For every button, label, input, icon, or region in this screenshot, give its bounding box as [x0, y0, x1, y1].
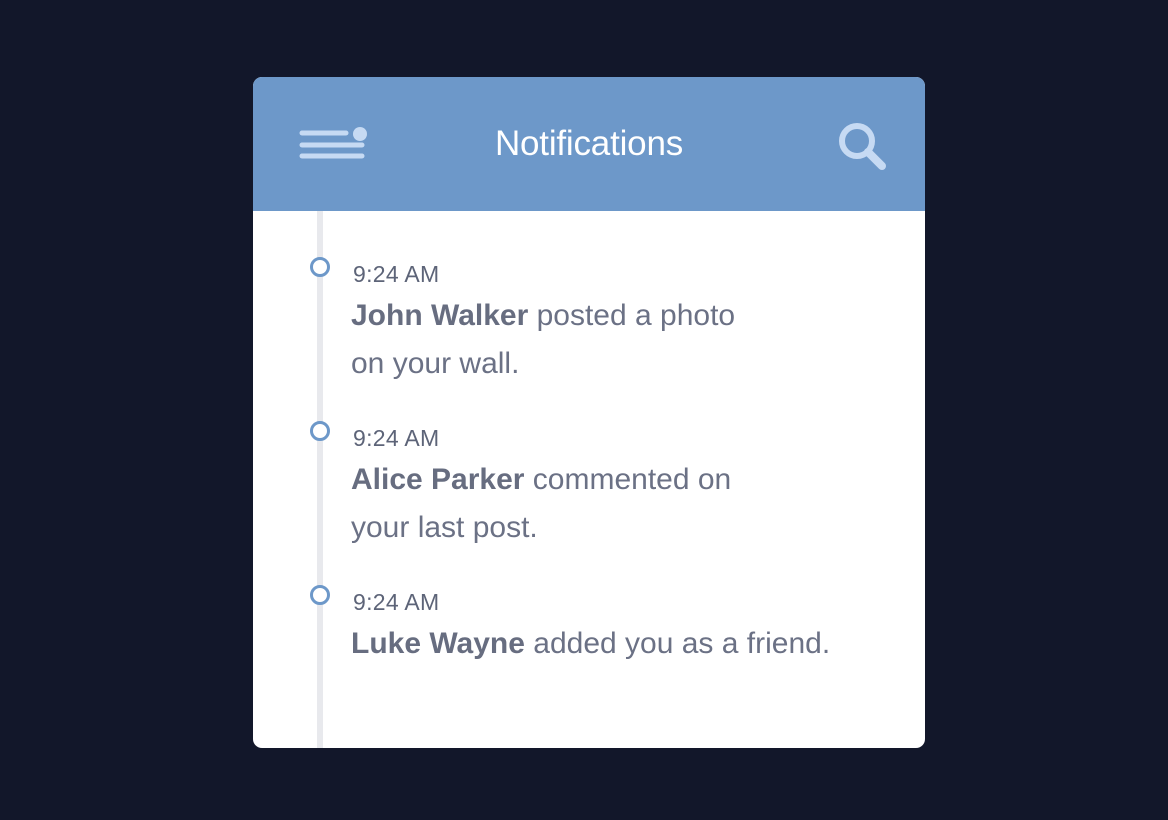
notification-author[interactable]: Alice Parker: [351, 463, 524, 496]
notification-text: Alice Parker commented on your last post.: [351, 456, 891, 552]
notification-message-continued: your last post.: [351, 511, 538, 544]
notification-text: Luke Wayne added you as a friend.: [351, 620, 891, 668]
notification-message: posted a photo: [528, 299, 736, 332]
search-button[interactable]: [837, 121, 889, 171]
timeline-dot-icon: [310, 421, 330, 441]
timeline-dot-icon: [310, 585, 330, 605]
timeline-line: [317, 211, 323, 748]
notification-message: commented on: [524, 463, 732, 496]
header-bar: Notifications: [253, 77, 925, 211]
notification-time: 9:24 AM: [353, 261, 440, 287]
notification-text: John Walker posted a photo on your wall.: [351, 292, 891, 388]
page-title: Notifications: [494, 124, 684, 163]
notification-message-continued: on your wall.: [351, 347, 520, 380]
notification-time: 9:24 AM: [353, 589, 440, 615]
notifications-card: Notifications 9:24 AM John Walker posted…: [253, 77, 925, 748]
notification-message: added you as a friend.: [524, 627, 831, 660]
notification-author[interactable]: John Walker: [351, 299, 528, 332]
notification-time: 9:24 AM: [353, 425, 440, 451]
search-icon: [839, 123, 886, 170]
notification-list: 9:24 AM John Walker posted a photo on you…: [253, 211, 925, 748]
timeline-dot-icon: [310, 257, 330, 277]
notification-author[interactable]: Luke Wayne: [351, 627, 525, 660]
